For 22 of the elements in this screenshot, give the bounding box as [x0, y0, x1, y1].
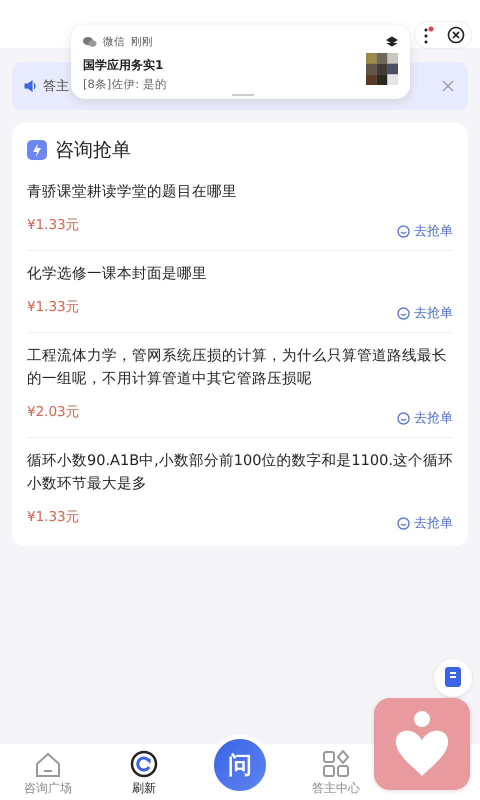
nav-tab[interactable]: 刷新	[130, 750, 158, 797]
notification-time: 刚刚	[131, 35, 154, 49]
notice-text: 答主	[43, 78, 69, 95]
grab-order-button[interactable]: 去抢单	[397, 409, 453, 427]
question-text: 循环小数90.A1B中,小数部分前100位的数字和是1100.这个循环小数环节最大是多	[27, 452, 453, 494]
nav-tab[interactable]: 咨询广场	[24, 752, 72, 797]
question-text: 青骄课堂耕读学堂的题目在哪里	[27, 183, 238, 202]
question-text: 化学选修一课本封面是哪里	[27, 265, 208, 284]
price: ¥1.33元	[27, 298, 80, 316]
section-title: 咨询抢单	[55, 138, 131, 163]
grab-order-button[interactable]: 去抢单	[397, 304, 453, 322]
notification-title: 国学应用务实1	[83, 57, 164, 74]
price: ¥2.03元	[27, 403, 80, 421]
price: ¥1.33元	[27, 508, 80, 526]
question-text: 工程流体力学，管网系统压损的计算，为什么只算管道路线最长的一组呢，不用计算管道中其它管路压损呢	[27, 346, 448, 389]
grab-order-button[interactable]: 去抢单	[397, 222, 453, 240]
app-name: 微信	[103, 35, 125, 49]
notification-message: [8条]佐伊: 是的	[83, 77, 167, 92]
grab-order-button[interactable]: 去抢单	[397, 514, 453, 532]
price: ¥1.33元	[27, 216, 80, 234]
notification-popup[interactable]: 微信 刚刚 国学应用务实1 [8条]佐伊: 是的	[71, 25, 410, 99]
nav-tab[interactable]: 答主中心	[312, 750, 360, 797]
